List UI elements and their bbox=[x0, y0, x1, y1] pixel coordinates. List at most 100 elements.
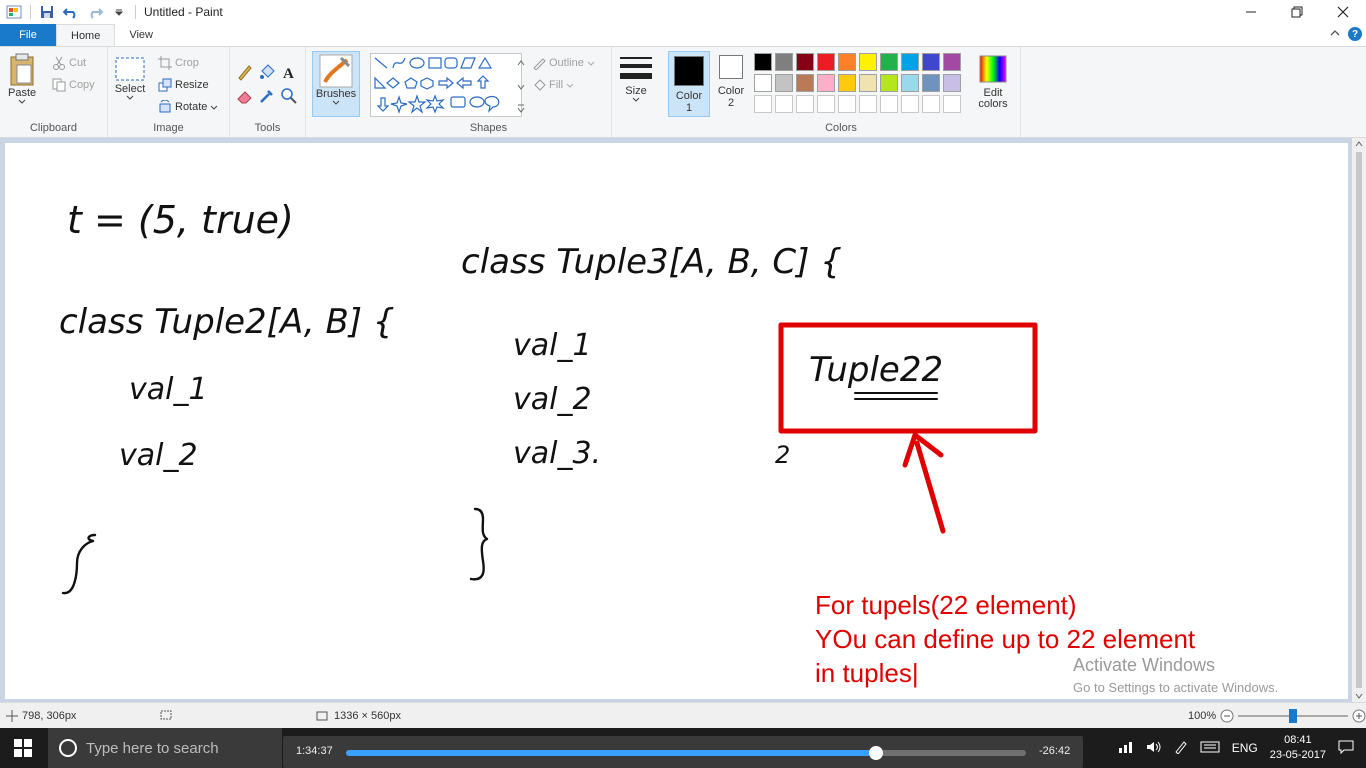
size-button[interactable]: Size bbox=[616, 55, 656, 102]
player-elapsed: 1:34:37 bbox=[296, 745, 333, 757]
color-swatch[interactable] bbox=[838, 53, 856, 71]
player-remaining: -26:42 bbox=[1039, 745, 1071, 757]
fill-bucket-icon[interactable] bbox=[258, 63, 280, 87]
restore-button[interactable] bbox=[1274, 0, 1320, 24]
canvas-size-icon bbox=[316, 711, 328, 720]
color-swatch[interactable] bbox=[817, 74, 835, 92]
pen-icon[interactable] bbox=[1174, 740, 1188, 757]
windows-start-icon[interactable] bbox=[14, 739, 32, 760]
custom-color-slot[interactable] bbox=[796, 95, 814, 113]
color-swatch[interactable] bbox=[943, 74, 961, 92]
edit-colors-button[interactable]: Edit colors bbox=[974, 55, 1012, 110]
color-swatch[interactable] bbox=[775, 74, 793, 92]
custom-color-slot[interactable] bbox=[922, 95, 940, 113]
rotate-button[interactable]: Rotate bbox=[158, 97, 218, 117]
zoom-out-icon[interactable] bbox=[1220, 709, 1234, 723]
vertical-scrollbar[interactable] bbox=[1352, 138, 1366, 702]
quick-access-toolbar bbox=[0, 0, 138, 24]
shapes-gallery[interactable] bbox=[370, 53, 522, 117]
color-swatch[interactable] bbox=[796, 53, 814, 71]
color-swatch[interactable] bbox=[796, 74, 814, 92]
ribbon-tab-controls: ? bbox=[1330, 27, 1362, 41]
handwriting-t-line: t = (5, true) bbox=[67, 198, 294, 242]
network-icon[interactable] bbox=[1118, 740, 1134, 757]
custom-color-slot[interactable] bbox=[880, 95, 898, 113]
color-swatch[interactable] bbox=[922, 74, 940, 92]
language-indicator[interactable]: ENG bbox=[1232, 741, 1258, 755]
zoom-slider[interactable] bbox=[1238, 708, 1349, 723]
text-icon[interactable]: A bbox=[280, 63, 302, 87]
rotate-icon bbox=[159, 100, 171, 113]
color-swatch[interactable] bbox=[754, 53, 772, 71]
color-swatch[interactable] bbox=[880, 74, 898, 92]
color-swatch[interactable] bbox=[901, 53, 919, 71]
tools-label: Tools bbox=[254, 122, 281, 134]
color-swatch[interactable] bbox=[880, 53, 898, 71]
customize-qat-icon[interactable] bbox=[109, 2, 129, 22]
zoom-slider-thumb[interactable] bbox=[1289, 708, 1298, 723]
color-swatch[interactable] bbox=[859, 53, 877, 71]
close-button[interactable] bbox=[1320, 0, 1366, 24]
crop-button[interactable]: Crop bbox=[158, 53, 199, 73]
color-swatch[interactable] bbox=[754, 74, 772, 92]
help-icon[interactable]: ? bbox=[1348, 27, 1362, 41]
annotation-line-2: YOu can define up to 22 element bbox=[815, 624, 1196, 654]
handwriting-val3-1: val_1 bbox=[513, 328, 592, 363]
outline-button[interactable]: Outline bbox=[532, 53, 595, 73]
custom-color-slot[interactable] bbox=[901, 95, 919, 113]
drawing-canvas[interactable]: t = (5, true) class Tuple2[A, B] { val_1… bbox=[5, 143, 1348, 699]
fill-button[interactable]: Fill bbox=[532, 75, 574, 95]
custom-color-slot[interactable] bbox=[754, 95, 772, 113]
magnifier-icon[interactable] bbox=[280, 87, 302, 111]
paste-button[interactable]: Paste bbox=[8, 53, 36, 104]
player-seek-thumb[interactable] bbox=[869, 746, 884, 760]
paint-app-icon[interactable] bbox=[4, 2, 24, 22]
resize-button[interactable]: Resize bbox=[158, 75, 209, 95]
color-picker-icon[interactable] bbox=[258, 87, 280, 111]
chevron-up-icon[interactable] bbox=[1330, 28, 1340, 40]
color2-button[interactable]: Color 2 bbox=[712, 55, 750, 109]
color-swatch[interactable] bbox=[901, 74, 919, 92]
brushes-button[interactable]: Brushes bbox=[312, 51, 360, 117]
annotation-line-1: For tupels(22 element) bbox=[815, 590, 1077, 620]
shapes-scroll[interactable] bbox=[516, 53, 526, 117]
undo-icon[interactable] bbox=[61, 2, 81, 22]
selection-icon bbox=[160, 710, 172, 719]
tab-file[interactable]: File bbox=[0, 24, 56, 46]
tab-home[interactable]: Home bbox=[56, 24, 116, 46]
keyboard-icon[interactable] bbox=[1200, 741, 1220, 756]
redo-icon[interactable] bbox=[85, 2, 105, 22]
custom-color-slot[interactable] bbox=[817, 95, 835, 113]
pencil-icon[interactable] bbox=[236, 63, 258, 87]
tab-view[interactable]: View bbox=[115, 24, 167, 46]
select-button[interactable]: Select bbox=[114, 55, 146, 100]
line-size-icon bbox=[620, 57, 652, 79]
window-title: Untitled - Paint bbox=[144, 5, 223, 19]
custom-color-slot[interactable] bbox=[943, 95, 961, 113]
media-player-controls: 1:34:37 -26:42 bbox=[283, 736, 1083, 768]
custom-color-slot[interactable] bbox=[859, 95, 877, 113]
volume-icon[interactable] bbox=[1146, 740, 1162, 757]
color1-button[interactable]: Color 1 bbox=[668, 51, 710, 117]
selection-size bbox=[160, 710, 174, 722]
eraser-icon[interactable] bbox=[236, 87, 258, 111]
player-seekbar[interactable] bbox=[346, 746, 1026, 760]
title-bar: Untitled - Paint bbox=[0, 0, 1366, 24]
color-swatch[interactable] bbox=[943, 53, 961, 71]
minimize-button[interactable] bbox=[1228, 0, 1274, 24]
cut-button[interactable]: Cut bbox=[52, 53, 86, 73]
color-swatch[interactable] bbox=[775, 53, 793, 71]
copy-button[interactable]: Copy bbox=[52, 75, 95, 95]
color-swatch[interactable] bbox=[817, 53, 835, 71]
zoom-in-icon[interactable] bbox=[1352, 709, 1366, 723]
color-swatch[interactable] bbox=[838, 74, 856, 92]
color-swatch[interactable] bbox=[922, 53, 940, 71]
fill-icon bbox=[534, 79, 546, 91]
custom-color-slot[interactable] bbox=[775, 95, 793, 113]
notification-icon[interactable] bbox=[1338, 740, 1354, 757]
clock[interactable]: 08:41 23-05-2017 bbox=[1270, 733, 1326, 763]
custom-color-slot[interactable] bbox=[838, 95, 856, 113]
color-swatch[interactable] bbox=[859, 74, 877, 92]
taskbar-search[interactable]: Type here to search bbox=[48, 728, 282, 768]
save-icon[interactable] bbox=[37, 2, 57, 22]
